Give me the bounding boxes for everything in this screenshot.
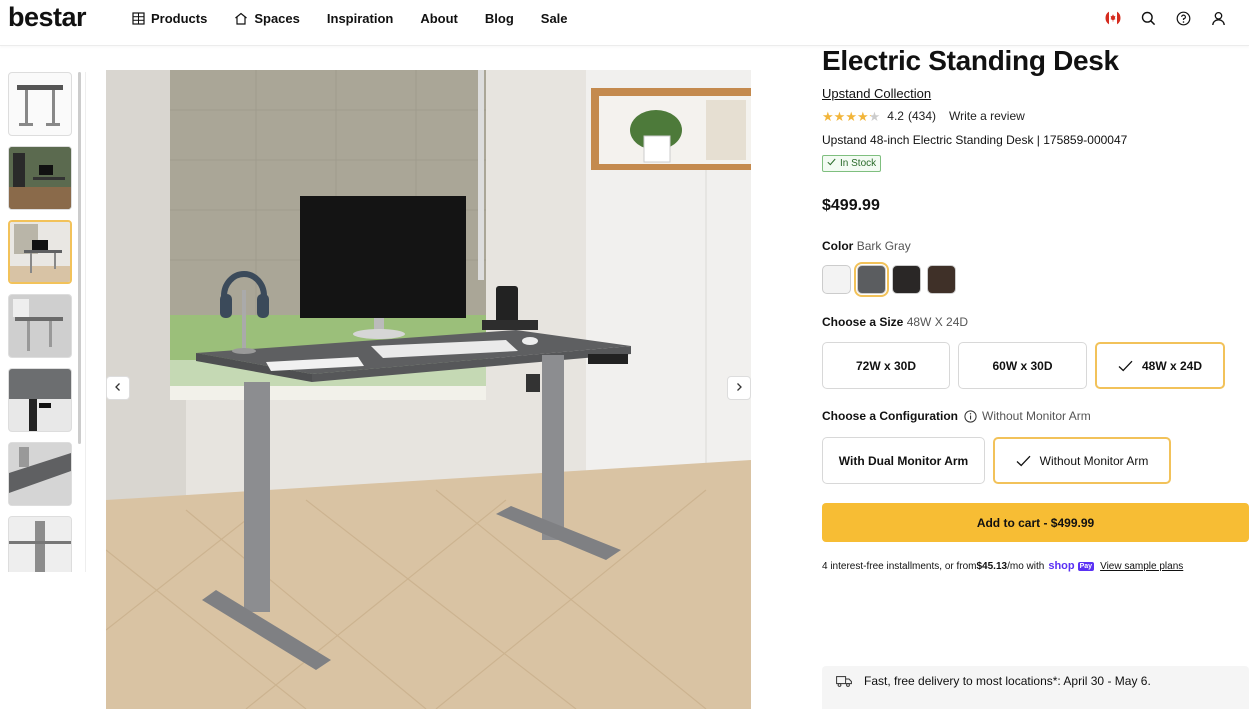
product-main-image[interactable] [106, 70, 751, 709]
thumbnail-divider [85, 72, 86, 572]
nav-about[interactable]: About [420, 9, 458, 27]
rating-value: 4.2 [887, 109, 904, 123]
grid-menu-icon [132, 11, 145, 25]
delivery-text: Fast, free delivery to most locations*: … [864, 674, 1151, 688]
nav-spaces[interactable]: Spaces [234, 9, 300, 27]
size-option-label: 48W x 24D [1141, 358, 1203, 373]
size-value: 48W X 24D [906, 315, 969, 329]
stock-badge: In Stock [822, 155, 882, 172]
stock-label: In Stock [840, 158, 877, 169]
shop-pay-badge: Pay [1077, 561, 1095, 571]
installments-row: 4 interest-free installments, or from $4… [822, 560, 1249, 572]
size-label-row: Choose a Size 48W X 24D [822, 315, 1249, 329]
config-value: Without Monitor Arm [982, 409, 1091, 423]
config-option-label: With Dual Monitor Arm [838, 453, 969, 468]
thumbnail-list [8, 72, 74, 572]
swatch-black[interactable] [892, 265, 921, 294]
size-option-label: 72W x 30D [855, 358, 917, 373]
star-rating-icon[interactable]: ★ ★ ★ ★ ★ [822, 110, 880, 123]
chevron-left-icon [113, 379, 123, 397]
header-actions [1104, 9, 1227, 27]
check-icon [827, 158, 836, 169]
nav-sale-label: Sale [540, 10, 568, 26]
thumbnail-5[interactable] [8, 368, 72, 432]
product-sku: Upstand 48-inch Electric Standing Desk |… [822, 133, 1128, 147]
write-review-link[interactable]: Write a review [949, 109, 1025, 123]
thumbnail-4[interactable] [8, 294, 72, 358]
rating-row: ★ ★ ★ ★ ★ 4.2 (434) Write a review [822, 109, 1249, 123]
delivery-info-box: Fast, free delivery to most locations*: … [822, 666, 1249, 709]
size-option-48x24[interactable]: 48W x 24D [1095, 342, 1225, 389]
check-icon [1118, 360, 1133, 372]
truck-icon [836, 675, 852, 687]
help-icon[interactable] [1174, 9, 1192, 27]
collection-link[interactable]: Upstand Collection [822, 86, 1249, 101]
config-label: Choose a Configuration [822, 409, 958, 423]
shop-pay-logo: shop [1048, 560, 1075, 572]
thumbnail-7[interactable] [8, 516, 72, 572]
config-options: With Dual Monitor Arm Without Monitor Ar… [822, 437, 1249, 484]
install-prefix: 4 interest-free installments, or from [822, 560, 977, 572]
nav-products[interactable]: Products [132, 9, 207, 27]
swatch-bark-gray[interactable] [854, 262, 889, 297]
star-icon: ★ [845, 108, 857, 124]
size-label: Choose a Size [822, 315, 904, 329]
color-value: Bark Gray [856, 239, 911, 253]
star-icon: ★ [833, 108, 846, 124]
nav-products-label: Products [151, 10, 208, 26]
config-option-without-arm[interactable]: Without Monitor Arm [993, 437, 1171, 484]
size-option-label: 60W x 30D [992, 358, 1053, 373]
next-image-button[interactable] [727, 376, 751, 400]
review-count[interactable]: (434) [908, 109, 936, 123]
config-option-dual-arm[interactable]: With Dual Monitor Arm [822, 437, 985, 484]
info-icon[interactable] [964, 409, 977, 423]
home-icon [234, 12, 248, 25]
account-icon[interactable] [1209, 9, 1227, 27]
site-header: bestar Products Spaces Inspiration About… [0, 0, 1249, 46]
thumbnail-scrollbar[interactable] [78, 72, 81, 444]
bestar-logo[interactable]: bestar [8, 2, 87, 33]
star-icon: ★ [856, 108, 869, 124]
star-partial-icon: ★ [868, 108, 881, 124]
nav-blog[interactable]: Blog [485, 9, 514, 27]
config-label-row: Choose a Configuration Without Monitor A… [822, 409, 1249, 423]
chevron-right-icon [734, 379, 744, 397]
nav-inspiration-label: Inspiration [326, 10, 394, 26]
size-options: 72W x 30D 60W x 30D 48W x 24D [822, 342, 1249, 389]
color-label: Color [822, 239, 854, 253]
color-label-row: Color Bark Gray [822, 239, 1249, 253]
nav-spaces-label: Spaces [254, 10, 300, 26]
nav-inspiration[interactable]: Inspiration [327, 9, 393, 27]
product-price: $499.99 [822, 197, 880, 214]
size-option-72x30[interactable]: 72W x 30D [822, 342, 950, 389]
nav-about-label: About [420, 10, 458, 26]
color-swatches [822, 262, 1249, 297]
nav-sale[interactable]: Sale [541, 9, 568, 27]
prev-image-button[interactable] [106, 376, 130, 400]
canada-flag-icon[interactable] [1104, 9, 1122, 27]
delivery-row: Fast, free delivery to most locations*: … [836, 674, 1151, 688]
thumbnail-3[interactable] [8, 220, 72, 284]
view-sample-plans-link[interactable]: View sample plans [1100, 561, 1183, 572]
swatch-white[interactable] [822, 265, 851, 294]
search-icon[interactable] [1139, 9, 1157, 27]
star-icon: ★ [822, 108, 834, 124]
thumbnail-2[interactable] [8, 146, 72, 210]
size-option-60x30[interactable]: 60W x 30D [958, 342, 1087, 389]
product-title: Electric Standing Desk [822, 45, 1119, 76]
install-amount: $45.13 [976, 560, 1008, 572]
swatch-dark-brown[interactable] [927, 265, 956, 294]
check-icon [1016, 455, 1031, 467]
main-nav: Products Spaces Inspiration About Blog S… [132, 9, 595, 27]
install-suffix: /mo with [1007, 560, 1045, 572]
config-option-label: Without Monitor Arm [1039, 453, 1149, 468]
nav-blog-label: Blog [484, 10, 514, 26]
thumbnail-6[interactable] [8, 442, 72, 506]
thumbnail-1[interactable] [8, 72, 72, 136]
add-to-cart-button[interactable]: Add to cart - $499.99 [822, 503, 1249, 542]
product-info-panel: Electric Standing Desk Upstand Collectio… [822, 44, 1249, 572]
